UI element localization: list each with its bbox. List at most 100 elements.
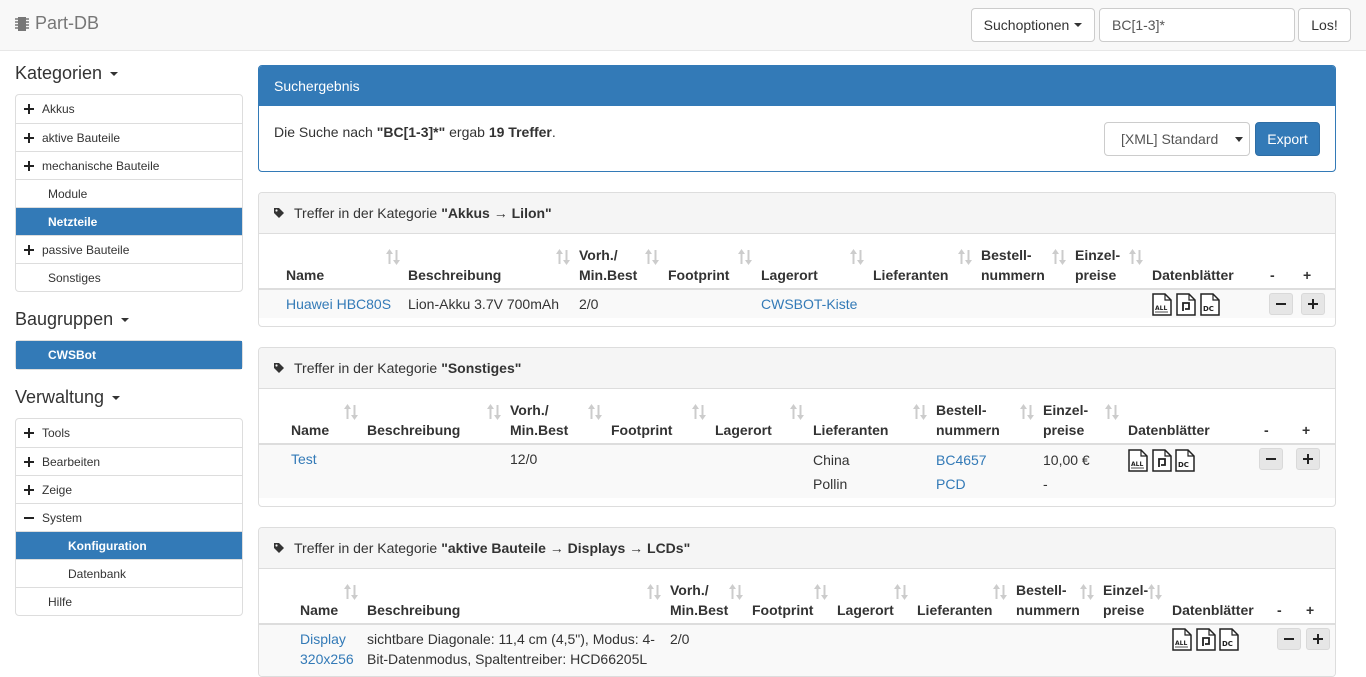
sort-icon[interactable] [1129, 249, 1143, 265]
sidebar-item-mechanische-bauteile[interactable]: mechanische Bauteile [16, 151, 242, 179]
plus-icon[interactable] [24, 484, 34, 495]
search-options-button[interactable]: Suchoptionen [971, 8, 1095, 42]
sort-icon[interactable] [692, 404, 706, 420]
sidebar-item-bearbeiten[interactable]: Bearbeiten [16, 447, 242, 475]
column-header-description[interactable]: Beschreibung [367, 420, 460, 440]
column-header-price-1[interactable]: Einzel- [1043, 400, 1088, 420]
alldatasheet-icon[interactable] [1172, 628, 1192, 651]
column-header-stock-1[interactable]: Vorh./ [579, 245, 618, 265]
column-header-stock-2[interactable]: Min.Best [510, 420, 568, 440]
column-header-storage[interactable]: Lagerort [761, 265, 818, 285]
sidebar-item-aktive-bauteile[interactable]: aktive Bauteile [16, 123, 242, 151]
sort-icon[interactable] [1105, 404, 1119, 420]
sidebar-item-sonstiges[interactable]: Sonstiges [16, 263, 242, 291]
sort-icon[interactable] [894, 584, 908, 600]
sidebar-item-datenbank[interactable]: Datenbank [16, 559, 242, 587]
column-header-price-2[interactable]: preise [1103, 600, 1144, 620]
alldatasheet-icon[interactable] [1128, 449, 1148, 472]
datasheet-file-icon[interactable] [1196, 628, 1216, 651]
order-number-link[interactable]: PCD [936, 474, 966, 494]
sort-icon[interactable] [1020, 404, 1034, 420]
part-name-link[interactable]: Test [291, 449, 317, 469]
sort-icon[interactable] [647, 584, 661, 600]
column-header-storage[interactable]: Lagerort [715, 420, 772, 440]
datasheet-doc-icon[interactable] [1175, 449, 1195, 472]
increase-stock-button[interactable] [1306, 628, 1330, 650]
column-header-footprint[interactable]: Footprint [752, 600, 813, 620]
sort-icon[interactable] [1148, 584, 1162, 600]
decrease-stock-button[interactable] [1269, 293, 1293, 315]
plus-icon[interactable] [24, 132, 34, 143]
sort-icon[interactable] [588, 404, 602, 420]
column-header-stock-1[interactable]: Vorh./ [670, 580, 709, 600]
part-storage-link[interactable]: CWSBOT-Kiste [761, 294, 857, 314]
sort-icon[interactable] [1052, 249, 1066, 265]
alldatasheet-icon[interactable] [1152, 293, 1172, 316]
sort-icon[interactable] [344, 404, 358, 420]
decrease-stock-button[interactable] [1259, 448, 1283, 470]
column-header-price-2[interactable]: preise [1075, 265, 1116, 285]
column-header-order-2[interactable]: nummern [936, 420, 1000, 440]
column-header-stock-2[interactable]: Min.Best [579, 265, 637, 285]
column-header-price-1[interactable]: Einzel- [1075, 245, 1120, 265]
column-header-description[interactable]: Beschreibung [408, 265, 501, 285]
plus-icon[interactable] [24, 104, 34, 114]
column-header-description[interactable]: Beschreibung [367, 600, 460, 620]
column-header-stock-2[interactable]: Min.Best [670, 600, 728, 620]
part-name-link[interactable]: Huawei HBC80S [286, 294, 391, 314]
plus-icon[interactable] [24, 244, 34, 255]
sidebar-item-cwsbot[interactable]: CWSBot [16, 341, 242, 369]
categories-heading[interactable]: Kategorien [15, 63, 119, 84]
sort-icon[interactable] [913, 404, 927, 420]
part-name-link-text[interactable]: Test [291, 451, 317, 467]
export-button[interactable]: Export [1255, 122, 1320, 156]
datasheet-doc-icon[interactable] [1219, 628, 1239, 651]
column-header-order-1[interactable]: Bestell- [981, 245, 1032, 265]
sort-icon[interactable] [645, 249, 659, 265]
column-header-name[interactable]: Name [291, 420, 329, 440]
sort-icon[interactable] [993, 584, 1007, 600]
column-header-order-2[interactable]: nummern [1016, 600, 1080, 620]
part-name-link-text[interactable]: 320x256 [300, 651, 354, 667]
datasheet-file-icon[interactable] [1176, 293, 1196, 316]
increase-stock-button[interactable] [1301, 293, 1325, 315]
part-name-link-text[interactable]: Huawei HBC80S [286, 296, 391, 312]
column-header-price-1[interactable]: Einzel- [1103, 580, 1148, 600]
search-input[interactable] [1099, 8, 1295, 42]
sort-icon[interactable] [386, 249, 400, 265]
export-format-select[interactable]: [XML] Standard [1104, 122, 1250, 156]
sort-icon[interactable] [850, 249, 864, 265]
datasheet-file-icon[interactable] [1152, 449, 1172, 472]
sidebar-item-hilfe[interactable]: Hilfe [16, 587, 242, 615]
sidebar-item-module[interactable]: Module [16, 179, 242, 207]
sidebar-item-zeige[interactable]: Zeige [16, 475, 242, 503]
sort-icon[interactable] [790, 404, 804, 420]
brand[interactable]: Part-DB [15, 13, 99, 34]
column-header-order-2[interactable]: nummern [981, 265, 1045, 285]
column-header-suppliers[interactable]: Lieferanten [917, 600, 992, 620]
sidebar-item-konfiguration[interactable]: Konfiguration [16, 531, 242, 559]
sort-icon[interactable] [814, 584, 828, 600]
column-header-order-1[interactable]: Bestell- [936, 400, 987, 420]
sort-icon[interactable] [958, 249, 972, 265]
increase-stock-button[interactable] [1296, 448, 1320, 470]
sidebar-item-system[interactable]: System [16, 503, 242, 531]
plus-icon[interactable] [24, 456, 34, 467]
sort-icon[interactable] [738, 249, 752, 265]
sidebar-item-passive-bauteile[interactable]: passive Bauteile [16, 235, 242, 263]
minus-icon[interactable] [24, 513, 34, 523]
sidebar-item-tools[interactable]: Tools [16, 419, 242, 447]
sort-icon[interactable] [487, 404, 501, 420]
plus-icon[interactable] [24, 428, 34, 438]
column-header-footprint[interactable]: Footprint [668, 265, 729, 285]
plus-icon[interactable] [24, 160, 34, 171]
sort-icon[interactable] [729, 584, 743, 600]
column-header-storage[interactable]: Lagerort [837, 600, 894, 620]
order-number-link[interactable]: BC4657 [936, 450, 987, 470]
sidebar-item-netzteile[interactable]: Netzteile [16, 207, 242, 235]
column-header-name[interactable]: Name [300, 600, 338, 620]
decrease-stock-button[interactable] [1277, 628, 1301, 650]
part-name-link[interactable]: Display [300, 629, 346, 649]
part-name-link[interactable]: 320x256 [300, 649, 354, 669]
sort-icon[interactable] [556, 249, 570, 265]
